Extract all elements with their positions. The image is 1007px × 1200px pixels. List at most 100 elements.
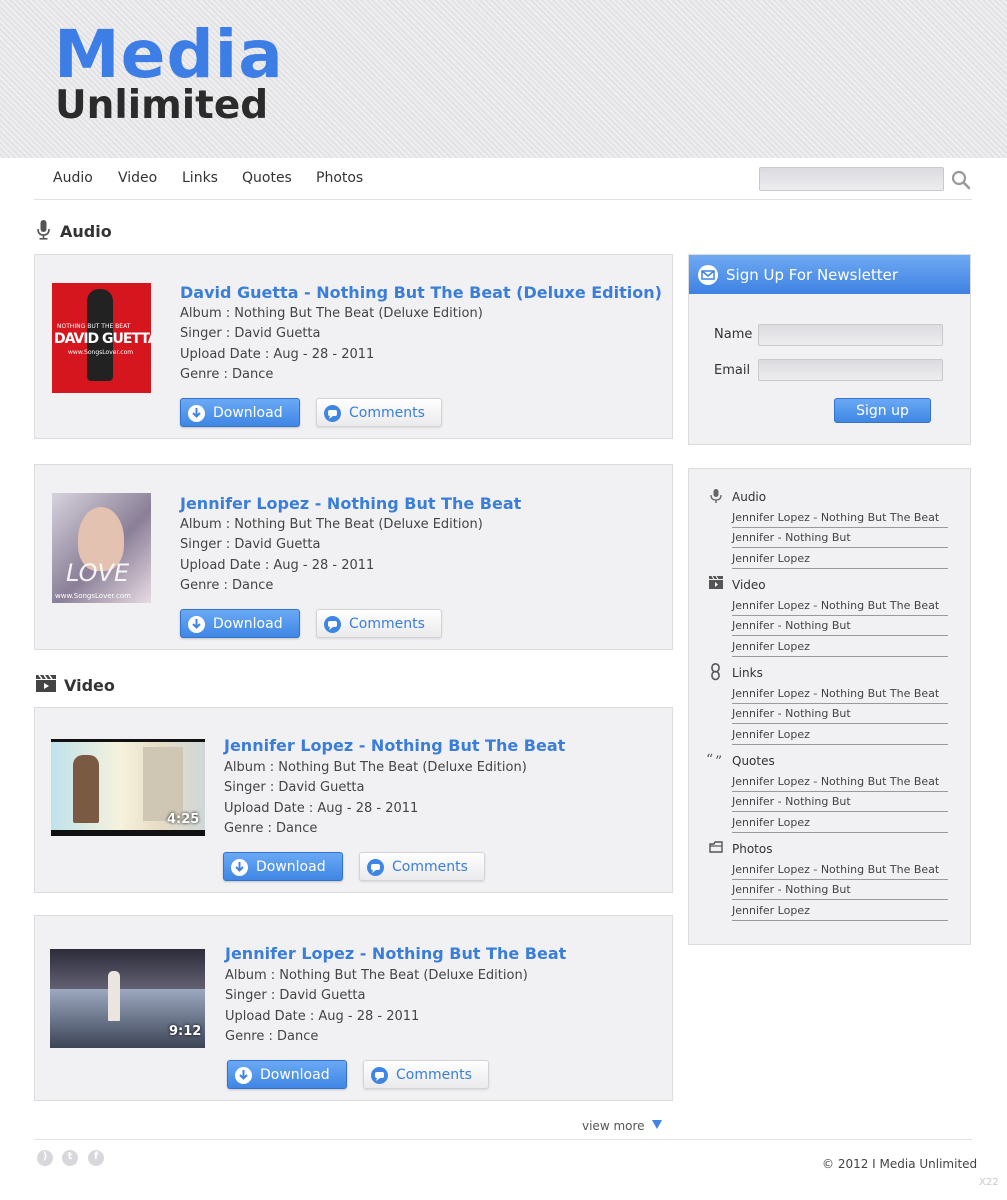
- item-title-link[interactable]: David Guetta - Nothing But The Beat (Del…: [180, 283, 662, 302]
- clapperboard-icon: [709, 576, 723, 589]
- sidebar-link[interactable]: Jennifer Lopez - Nothing But The Beat: [732, 508, 948, 528]
- singer-meta: Singer : David Guetta: [224, 780, 365, 795]
- svg-text:“: “: [706, 752, 713, 766]
- copyright-text: © 2012 I Media Unlimited: [822, 1157, 978, 1171]
- sidebar-category-links[interactable]: Links: [732, 666, 763, 680]
- facebook-icon[interactable]: f: [88, 1150, 104, 1166]
- sidebar-category-audio[interactable]: Audio: [732, 490, 766, 504]
- name-label: Name: [714, 327, 753, 342]
- item-title-link[interactable]: Jennifer Lopez - Nothing But The Beat: [180, 494, 521, 513]
- sidebar-link[interactable]: Jennifer Lopez: [732, 637, 948, 657]
- nav-divider: [34, 199, 972, 200]
- comments-button[interactable]: Comments: [363, 1060, 489, 1089]
- nav-item-video[interactable]: Video: [118, 170, 157, 186]
- comments-button[interactable]: Comments: [316, 609, 442, 638]
- rss-icon[interactable]: ): [37, 1150, 53, 1166]
- photo-folder-icon: [709, 841, 723, 853]
- video-thumbnail[interactable]: 4:25: [51, 739, 205, 836]
- nav-item-photos[interactable]: Photos: [316, 170, 363, 186]
- upload-date-meta: Upload Date : Aug - 28 - 2011: [180, 558, 375, 573]
- download-button[interactable]: Download: [227, 1060, 347, 1089]
- signup-label: Sign up: [856, 403, 909, 419]
- item-title-link[interactable]: Jennifer Lopez - Nothing But The Beat: [224, 736, 565, 755]
- microphone-icon: [710, 489, 722, 503]
- video-duration: 9:12: [169, 1024, 202, 1039]
- view-more-link[interactable]: view more: [582, 1119, 645, 1133]
- comments-button[interactable]: Comments: [316, 398, 442, 427]
- sidebar-link[interactable]: Jennifer Lopez: [732, 549, 948, 569]
- sidebar-link[interactable]: Jennifer Lopez - Nothing But The Beat: [732, 772, 948, 792]
- cover-small-text: NOTHING BUT THE BEAT: [57, 323, 131, 330]
- audio-card: NOTHING BUT THE BEAT DAVID GUETTA www.So…: [34, 254, 673, 439]
- signup-button[interactable]: Sign up: [834, 398, 931, 423]
- sidebar-link[interactable]: Jennifer - Nothing But: [732, 616, 948, 636]
- cover-url-text: www.SongsLover.com: [68, 349, 134, 356]
- speech-bubble-icon: [324, 616, 341, 633]
- download-icon: [231, 859, 248, 876]
- nav-item-quotes[interactable]: Quotes: [242, 170, 292, 186]
- album-meta: Album : Nothing But The Beat (Deluxe Edi…: [180, 306, 483, 321]
- genre-meta: Genre : Dance: [180, 578, 274, 593]
- genre-meta: Genre : Dance: [224, 821, 318, 836]
- cover-love-text: LOVE: [66, 559, 130, 587]
- nav-item-links[interactable]: Links: [182, 170, 218, 186]
- download-icon: [235, 1067, 252, 1084]
- sidebar-link[interactable]: Jennifer Lopez - Nothing But The Beat: [732, 860, 948, 880]
- download-button[interactable]: Download: [180, 609, 300, 638]
- album-meta: Album : Nothing But The Beat (Deluxe Edi…: [180, 517, 483, 532]
- genre-meta: Genre : Dance: [225, 1029, 319, 1044]
- cover-artist-text: DAVID GUETTA: [54, 331, 151, 347]
- sidebar-link[interactable]: Jennifer - Nothing But: [732, 528, 948, 548]
- microphone-icon: [37, 220, 50, 240]
- video-duration: 4:25: [167, 812, 200, 827]
- name-field[interactable]: [758, 324, 943, 346]
- email-field[interactable]: [758, 359, 943, 381]
- search-input[interactable]: [759, 167, 944, 191]
- sidebar-link[interactable]: Jennifer Lopez - Nothing But The Beat: [732, 684, 948, 704]
- cover-url-text: www.SongsLover.com: [55, 592, 131, 600]
- twitter-icon[interactable]: t: [62, 1150, 78, 1166]
- logo-unlimited-text[interactable]: Unlimited: [55, 86, 268, 125]
- sidebar-category-video[interactable]: Video: [732, 578, 766, 592]
- speech-bubble-icon: [371, 1067, 388, 1084]
- sidebar-link[interactable]: Jennifer Lopez: [732, 901, 948, 921]
- album-cover[interactable]: LOVE www.SongsLover.com: [52, 493, 151, 603]
- singer-meta: Singer : David Guetta: [180, 537, 321, 552]
- comments-button[interactable]: Comments: [359, 852, 485, 881]
- mail-icon: [698, 265, 718, 285]
- download-label: Download: [260, 1067, 330, 1083]
- sidebar-category-photos[interactable]: Photos: [732, 842, 772, 856]
- comments-label: Comments: [349, 405, 425, 421]
- download-icon: [188, 405, 205, 422]
- logo-media-text[interactable]: Media: [54, 22, 284, 88]
- nav-item-audio[interactable]: Audio: [53, 170, 93, 186]
- singer-meta: Singer : David Guetta: [225, 988, 366, 1003]
- album-meta: Album : Nothing But The Beat (Deluxe Edi…: [224, 760, 527, 775]
- speech-bubble-icon: [324, 405, 341, 422]
- comments-label: Comments: [349, 616, 425, 632]
- video-thumbnail[interactable]: 9:12: [50, 949, 205, 1048]
- genre-meta: Genre : Dance: [180, 367, 274, 382]
- sidebar-link[interactable]: Jennifer - Nothing But: [732, 880, 948, 900]
- section-title-audio: Audio: [60, 222, 112, 241]
- view-more-arrow-icon[interactable]: [652, 1120, 662, 1129]
- sidebar-category-quotes[interactable]: Quotes: [732, 754, 775, 768]
- download-button[interactable]: Download: [223, 852, 343, 881]
- newsletter-title: Sign Up For Newsletter: [726, 266, 899, 284]
- site-header: Media Unlimited: [0, 0, 1007, 158]
- sidebar-link[interactable]: Jennifer Lopez: [732, 725, 948, 745]
- svg-text:”: ”: [715, 754, 722, 766]
- item-title-link[interactable]: Jennifer Lopez - Nothing But The Beat: [225, 944, 566, 963]
- quote-icon: “ ”: [706, 752, 722, 766]
- sidebar-link[interactable]: Jennifer - Nothing But: [732, 704, 948, 724]
- audio-card: LOVE www.SongsLover.com Jennifer Lopez -…: [34, 464, 673, 650]
- album-cover[interactable]: NOTHING BUT THE BEAT DAVID GUETTA www.So…: [52, 283, 151, 393]
- download-button[interactable]: Download: [180, 398, 300, 427]
- section-title-video: Video: [64, 676, 115, 695]
- sidebar-link[interactable]: Jennifer - Nothing But: [732, 792, 948, 812]
- search-icon[interactable]: [951, 170, 971, 190]
- upload-date-meta: Upload Date : Aug - 28 - 2011: [225, 1009, 420, 1024]
- upload-date-meta: Upload Date : Aug - 28 - 2011: [224, 801, 419, 816]
- sidebar-link[interactable]: Jennifer Lopez - Nothing But The Beat: [732, 596, 948, 616]
- sidebar-link[interactable]: Jennifer Lopez: [732, 813, 948, 833]
